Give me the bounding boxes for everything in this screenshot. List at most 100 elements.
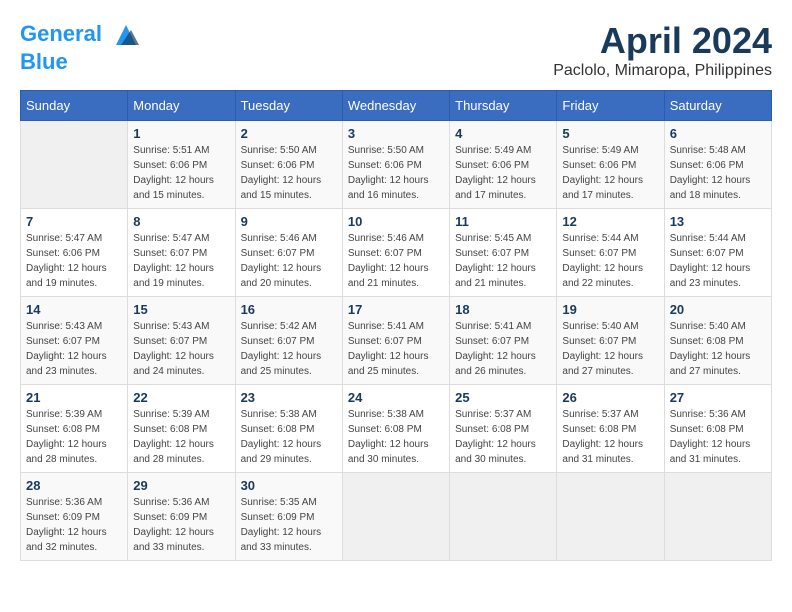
calendar-cell: 4 Sunrise: 5:49 AM Sunset: 6:06 PM Daylig…	[450, 121, 557, 209]
day-info: Sunrise: 5:43 AM Sunset: 6:07 PM Dayligh…	[133, 319, 229, 379]
weekday-header-friday: Friday	[557, 91, 664, 121]
calendar-cell	[342, 473, 449, 561]
day-number: 29	[133, 478, 229, 493]
day-number: 15	[133, 302, 229, 317]
day-info: Sunrise: 5:47 AM Sunset: 6:06 PM Dayligh…	[26, 231, 122, 291]
calendar-cell: 11 Sunrise: 5:45 AM Sunset: 6:07 PM Dayli…	[450, 209, 557, 297]
location-title: Paclolo, Mimaropa, Philippines	[553, 62, 772, 80]
calendar-cell: 14Sunrise: 5:43 AM Sunset: 6:07 PM Dayli…	[21, 297, 128, 385]
day-number: 22	[133, 390, 229, 405]
day-info: Sunrise: 5:36 AM Sunset: 6:08 PM Dayligh…	[670, 407, 766, 467]
calendar-cell: 17 Sunrise: 5:41 AM Sunset: 6:07 PM Dayli…	[342, 297, 449, 385]
day-info: Sunrise: 5:44 AM Sunset: 6:07 PM Dayligh…	[562, 231, 658, 291]
calendar-cell: 25 Sunrise: 5:37 AM Sunset: 6:08 PM Dayli…	[450, 385, 557, 473]
calendar-week-row: 21 Sunrise: 5:39 AM Sunset: 6:08 PM Dayli…	[21, 385, 772, 473]
weekday-header-tuesday: Tuesday	[235, 91, 342, 121]
calendar-week-row: 28 Sunrise: 5:36 AM Sunset: 6:09 PM Dayli…	[21, 473, 772, 561]
day-info: Sunrise: 5:49 AM Sunset: 6:06 PM Dayligh…	[455, 143, 551, 203]
day-number: 6	[670, 126, 766, 141]
day-number: 9	[241, 214, 337, 229]
day-info: Sunrise: 5:38 AM Sunset: 6:08 PM Dayligh…	[241, 407, 337, 467]
day-number: 21	[26, 390, 122, 405]
day-info: Sunrise: 5:41 AM Sunset: 6:07 PM Dayligh…	[348, 319, 444, 379]
calendar-cell: 19Sunrise: 5:40 AM Sunset: 6:07 PM Dayli…	[557, 297, 664, 385]
calendar-week-row: 1 Sunrise: 5:51 AM Sunset: 6:06 PM Daylig…	[21, 121, 772, 209]
day-info: Sunrise: 5:42 AM Sunset: 6:07 PM Dayligh…	[241, 319, 337, 379]
day-info: Sunrise: 5:48 AM Sunset: 6:06 PM Dayligh…	[670, 143, 766, 203]
day-number: 7	[26, 214, 122, 229]
calendar-cell: 29Sunrise: 5:36 AM Sunset: 6:09 PM Dayli…	[128, 473, 235, 561]
day-number: 24	[348, 390, 444, 405]
day-info: Sunrise: 5:44 AM Sunset: 6:07 PM Dayligh…	[670, 231, 766, 291]
day-info: Sunrise: 5:49 AM Sunset: 6:06 PM Dayligh…	[562, 143, 658, 203]
calendar-cell: 13 Sunrise: 5:44 AM Sunset: 6:07 PM Dayli…	[664, 209, 771, 297]
page-header: General Blue April 2024 Paclolo, Mimarop…	[20, 20, 772, 80]
day-info: Sunrise: 5:39 AM Sunset: 6:08 PM Dayligh…	[26, 407, 122, 467]
logo: General Blue	[20, 20, 141, 74]
day-number: 8	[133, 214, 229, 229]
day-number: 2	[241, 126, 337, 141]
calendar-cell: 5 Sunrise: 5:49 AM Sunset: 6:06 PM Daylig…	[557, 121, 664, 209]
day-info: Sunrise: 5:37 AM Sunset: 6:08 PM Dayligh…	[455, 407, 551, 467]
day-number: 28	[26, 478, 122, 493]
day-info: Sunrise: 5:46 AM Sunset: 6:07 PM Dayligh…	[241, 231, 337, 291]
month-title: April 2024	[553, 20, 772, 62]
calendar-cell: 20Sunrise: 5:40 AM Sunset: 6:08 PM Dayli…	[664, 297, 771, 385]
day-info: Sunrise: 5:36 AM Sunset: 6:09 PM Dayligh…	[26, 495, 122, 555]
calendar-cell: 6 Sunrise: 5:48 AM Sunset: 6:06 PM Daylig…	[664, 121, 771, 209]
logo-icon	[111, 20, 141, 50]
day-number: 20	[670, 302, 766, 317]
day-number: 1	[133, 126, 229, 141]
day-info: Sunrise: 5:45 AM Sunset: 6:07 PM Dayligh…	[455, 231, 551, 291]
calendar-cell: 16 Sunrise: 5:42 AM Sunset: 6:07 PM Dayli…	[235, 297, 342, 385]
day-info: Sunrise: 5:37 AM Sunset: 6:08 PM Dayligh…	[562, 407, 658, 467]
calendar-cell: 2 Sunrise: 5:50 AM Sunset: 6:06 PM Daylig…	[235, 121, 342, 209]
day-number: 30	[241, 478, 337, 493]
day-number: 10	[348, 214, 444, 229]
calendar-cell: 10 Sunrise: 5:46 AM Sunset: 6:07 PM Dayli…	[342, 209, 449, 297]
weekday-header-saturday: Saturday	[664, 91, 771, 121]
day-info: Sunrise: 5:41 AM Sunset: 6:07 PM Dayligh…	[455, 319, 551, 379]
calendar-table: SundayMondayTuesdayWednesdayThursdayFrid…	[20, 90, 772, 561]
calendar-cell: 7 Sunrise: 5:47 AM Sunset: 6:06 PM Daylig…	[21, 209, 128, 297]
day-number: 26	[562, 390, 658, 405]
day-number: 13	[670, 214, 766, 229]
calendar-cell: 8 Sunrise: 5:47 AM Sunset: 6:07 PM Daylig…	[128, 209, 235, 297]
logo-general: General	[20, 21, 102, 46]
calendar-cell	[450, 473, 557, 561]
calendar-week-row: 7 Sunrise: 5:47 AM Sunset: 6:06 PM Daylig…	[21, 209, 772, 297]
day-info: Sunrise: 5:50 AM Sunset: 6:06 PM Dayligh…	[241, 143, 337, 203]
day-number: 27	[670, 390, 766, 405]
calendar-cell: 21 Sunrise: 5:39 AM Sunset: 6:08 PM Dayli…	[21, 385, 128, 473]
calendar-cell: 24Sunrise: 5:38 AM Sunset: 6:08 PM Dayli…	[342, 385, 449, 473]
calendar-cell: 9 Sunrise: 5:46 AM Sunset: 6:07 PM Daylig…	[235, 209, 342, 297]
calendar-cell: 28 Sunrise: 5:36 AM Sunset: 6:09 PM Dayli…	[21, 473, 128, 561]
day-info: Sunrise: 5:43 AM Sunset: 6:07 PM Dayligh…	[26, 319, 122, 379]
day-number: 5	[562, 126, 658, 141]
day-number: 11	[455, 214, 551, 229]
logo-text: General	[20, 20, 141, 50]
calendar-cell	[21, 121, 128, 209]
day-number: 23	[241, 390, 337, 405]
calendar-cell: 27 Sunrise: 5:36 AM Sunset: 6:08 PM Dayli…	[664, 385, 771, 473]
calendar-cell	[557, 473, 664, 561]
calendar-cell: 30Sunrise: 5:35 AM Sunset: 6:09 PM Dayli…	[235, 473, 342, 561]
day-number: 4	[455, 126, 551, 141]
calendar-cell: 23 Sunrise: 5:38 AM Sunset: 6:08 PM Dayli…	[235, 385, 342, 473]
day-info: Sunrise: 5:46 AM Sunset: 6:07 PM Dayligh…	[348, 231, 444, 291]
day-info: Sunrise: 5:39 AM Sunset: 6:08 PM Dayligh…	[133, 407, 229, 467]
logo-blue: Blue	[20, 50, 141, 74]
calendar-cell	[664, 473, 771, 561]
day-number: 25	[455, 390, 551, 405]
weekday-header-wednesday: Wednesday	[342, 91, 449, 121]
day-number: 17	[348, 302, 444, 317]
day-number: 16	[241, 302, 337, 317]
day-number: 18	[455, 302, 551, 317]
calendar-week-row: 14Sunrise: 5:43 AM Sunset: 6:07 PM Dayli…	[21, 297, 772, 385]
day-number: 3	[348, 126, 444, 141]
day-info: Sunrise: 5:50 AM Sunset: 6:06 PM Dayligh…	[348, 143, 444, 203]
day-info: Sunrise: 5:47 AM Sunset: 6:07 PM Dayligh…	[133, 231, 229, 291]
calendar-cell: 3 Sunrise: 5:50 AM Sunset: 6:06 PM Daylig…	[342, 121, 449, 209]
weekday-header-row: SundayMondayTuesdayWednesdayThursdayFrid…	[21, 91, 772, 121]
day-info: Sunrise: 5:51 AM Sunset: 6:06 PM Dayligh…	[133, 143, 229, 203]
